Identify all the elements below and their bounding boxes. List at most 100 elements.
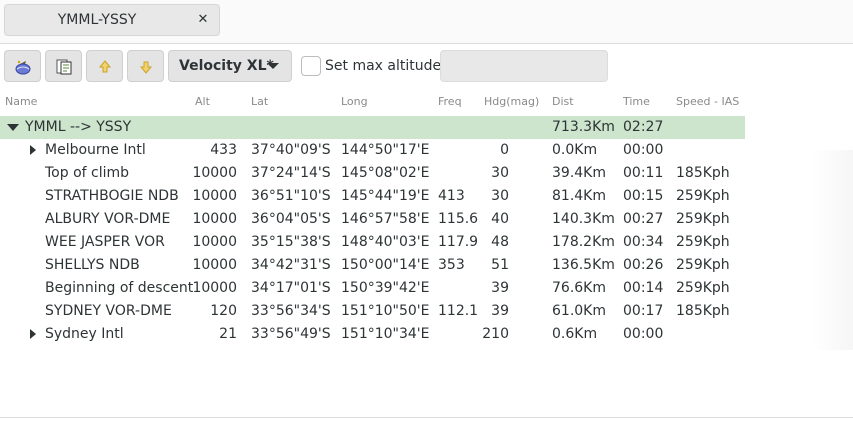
table-row[interactable]: SHELLYS NDB 10000 34°42"31'S 150°00"14'E 353…	[0, 254, 745, 277]
col-hdg[interactable]: Hdg(mag)	[484, 95, 539, 108]
table-row[interactable]: WEE JASPER VOR 10000 35°15"38'S 148°40"03'E…	[0, 231, 745, 254]
waypoint-dist: 140.3Km	[552, 211, 615, 227]
waypoint-hdg: 0	[500, 142, 509, 158]
move-down-button[interactable]	[127, 50, 164, 82]
waypoint-dist: 39.4Km	[552, 165, 606, 181]
col-name[interactable]: Name	[5, 95, 37, 108]
summary-row[interactable]: YMML --> YSSY 713.3Km 02:27	[0, 116, 745, 139]
waypoint-hdg: 30	[491, 188, 509, 204]
table-row[interactable]: Top of climb 10000 37°24"14'S 145°08"02'E 30…	[0, 162, 745, 185]
waypoint-long: 148°40"03'E	[341, 234, 430, 250]
toolbar: Velocity XL* Set max altitude	[0, 44, 853, 88]
waypoint-speed: 259Kph	[676, 188, 730, 204]
expand-icon[interactable]	[27, 323, 39, 346]
table-row[interactable]: STRATHBOGIE NDB 10000 36°51"10'S 145°44"19'…	[0, 185, 745, 208]
waypoint-name: Top of climb	[45, 165, 130, 181]
max-altitude-checkbox[interactable]	[301, 56, 321, 76]
waypoint-speed: 185Kph	[676, 165, 730, 181]
waypoint-hdg: 30	[491, 165, 509, 181]
col-freq[interactable]: Freq	[438, 95, 462, 108]
max-altitude-label[interactable]: Set max altitude	[325, 55, 441, 77]
chevron-down-icon	[267, 63, 279, 69]
waypoint-long: 145°08"02'E	[341, 165, 430, 181]
waypoint-lat: 34°42"31'S	[251, 257, 331, 273]
waypoint-time: 00:26	[623, 257, 664, 273]
waypoint-name: Beginning of descent	[45, 280, 194, 296]
globe-plane-icon	[15, 60, 31, 75]
waypoint-time: 00:15	[623, 188, 664, 204]
waypoint-long: 150°00"14'E	[341, 257, 430, 273]
edge-shade	[813, 150, 853, 350]
divider	[0, 417, 853, 418]
col-alt[interactable]: Alt	[195, 95, 210, 108]
summary-time: 02:27	[623, 119, 664, 135]
waypoint-speed: 185Kph	[676, 303, 730, 319]
table-row[interactable]: ALBURY VOR-DME 10000 36°04"05'S 146°57"58'E…	[0, 208, 745, 231]
waypoint-dist: 76.6Km	[552, 280, 606, 296]
waypoint-time: 00:34	[623, 234, 664, 250]
max-altitude-input[interactable]	[440, 50, 608, 82]
waypoint-time: 00:00	[623, 142, 664, 158]
waypoint-freq: 115.6	[438, 211, 479, 227]
summary-name: YMML --> YSSY	[25, 119, 132, 135]
waypoint-name: SHELLYS NDB	[45, 257, 140, 273]
waypoint-name: SYDNEY VOR-DME	[45, 303, 172, 319]
waypoint-long: 144°50"17'E	[341, 142, 430, 158]
waypoint-name: WEE JASPER VOR	[45, 234, 165, 250]
waypoint-hdg: 210	[482, 326, 509, 342]
table-row[interactable]: Melbourne Intl 433 37°40"09'S 144°50"17'E 0 0…	[0, 139, 745, 162]
waypoint-long: 151°10"34'E	[341, 326, 430, 342]
collapse-icon[interactable]	[7, 116, 19, 139]
waypoint-lat: 33°56"49'S	[251, 326, 331, 342]
waypoint-alt: 433	[210, 142, 237, 158]
waypoint-dist: 0.6Km	[552, 326, 598, 342]
waypoint-name: Melbourne Intl	[45, 142, 146, 158]
waypoint-time: 00:27	[623, 211, 664, 227]
waypoint-lat: 36°04"05'S	[251, 211, 331, 227]
waypoint-dist: 136.5Km	[552, 257, 615, 273]
move-up-button[interactable]	[86, 50, 123, 82]
table-header: Name Alt Lat Long Freq Hdg(mag) Dist Tim…	[0, 90, 853, 116]
waypoint-lat: 35°15"38'S	[251, 234, 331, 250]
arrow-down-icon	[139, 61, 153, 74]
waypoint-speed: 259Kph	[676, 280, 730, 296]
waypoint-dist: 61.0Km	[552, 303, 606, 319]
table-row[interactable]: Sydney Intl 21 33°56"49'S 151°10"34'E 210 0.6…	[0, 323, 745, 346]
waypoint-lat: 33°56"34'S	[251, 303, 331, 319]
waypoint-hdg: 51	[491, 257, 509, 273]
aircraft-dropdown[interactable]: Velocity XL*	[168, 50, 292, 82]
waypoint-hdg: 39	[491, 280, 509, 296]
col-time[interactable]: Time	[623, 95, 650, 108]
waypoint-lat: 37°24"14'S	[251, 165, 331, 181]
waypoint-dist: 81.4Km	[552, 188, 606, 204]
aircraft-dropdown-label: Velocity XL*	[179, 58, 274, 74]
waypoint-long: 150°39"42'E	[341, 280, 430, 296]
waypoint-speed: 259Kph	[676, 234, 730, 250]
tab-flightplan[interactable]: YMML-YSSY ✕	[4, 4, 220, 36]
waypoint-dist: 0.0Km	[552, 142, 598, 158]
table-row[interactable]: Beginning of descent 10000 34°17"01'S 150°3…	[0, 277, 745, 300]
close-icon[interactable]: ✕	[195, 12, 211, 28]
waypoint-name: STRATHBOGIE NDB	[45, 188, 179, 204]
waypoint-time: 00:00	[623, 326, 664, 342]
waypoint-alt: 10000	[192, 234, 237, 250]
map-view-button[interactable]	[4, 50, 41, 82]
waypoint-time: 00:11	[623, 165, 664, 181]
col-speed[interactable]: Speed - IAS	[676, 95, 739, 108]
export-plan-button[interactable]	[45, 50, 82, 82]
document-copy-icon	[56, 59, 72, 75]
waypoint-alt: 10000	[192, 211, 237, 227]
expand-icon[interactable]	[27, 139, 39, 162]
summary-dist: 713.3Km	[552, 119, 615, 135]
waypoint-name: ALBURY VOR-DME	[45, 211, 171, 227]
waypoint-hdg: 48	[491, 234, 509, 250]
waypoint-alt: 21	[219, 326, 237, 342]
table-row[interactable]: SYDNEY VOR-DME 120 33°56"34'S 151°10"50'E 11…	[0, 300, 745, 323]
waypoint-hdg: 39	[491, 303, 509, 319]
col-dist[interactable]: Dist	[552, 95, 574, 108]
waypoint-speed: 259Kph	[676, 211, 730, 227]
col-lat[interactable]: Lat	[251, 95, 268, 108]
waypoint-lat: 34°17"01'S	[251, 280, 331, 296]
arrow-up-icon	[98, 60, 112, 73]
col-long[interactable]: Long	[341, 95, 368, 108]
